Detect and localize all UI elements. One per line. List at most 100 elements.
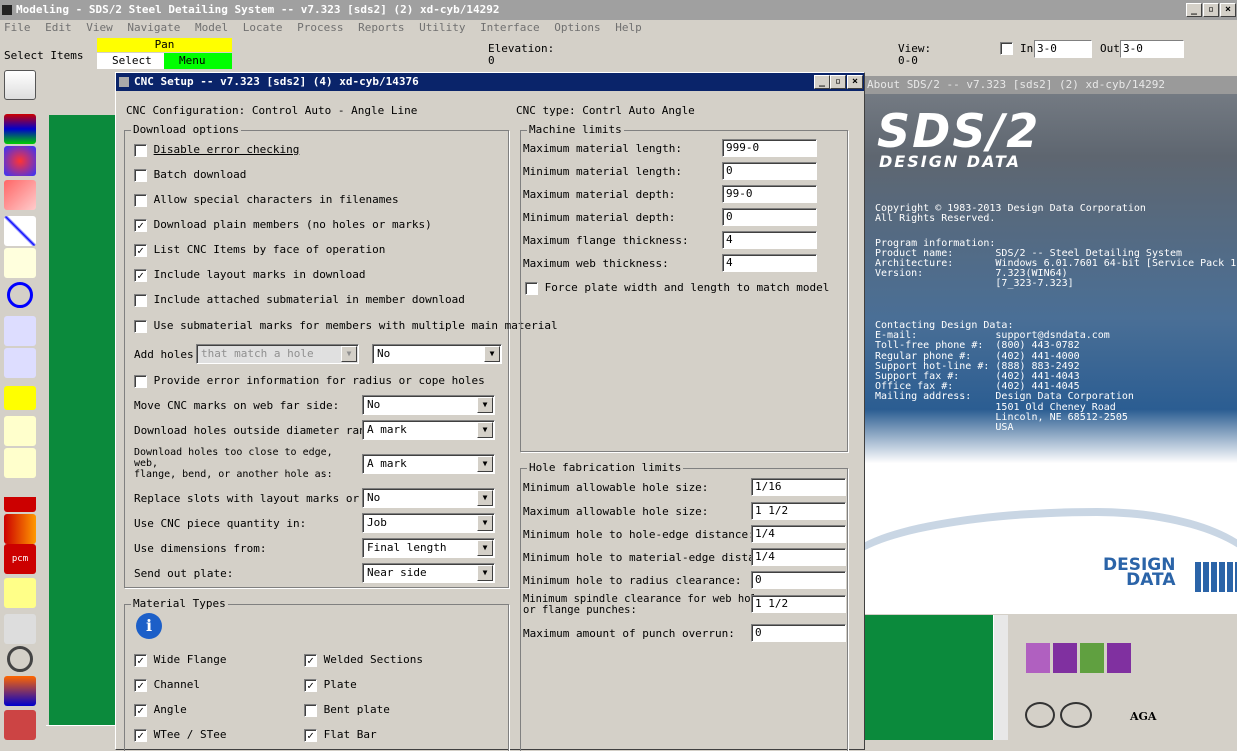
badge-icon-3[interactable] [1080,643,1104,673]
dimensions-from-select[interactable]: Final length ▼ [362,538,495,558]
menu-locate[interactable]: Locate [243,21,283,34]
monitor-icon[interactable] [4,114,36,144]
badge-icon-4[interactable] [1107,643,1131,673]
replace-slots-select[interactable]: No ▼ [362,488,495,508]
check-angle[interactable]: ✓ Angle [134,701,187,719]
rotate-icon[interactable] [4,614,36,644]
hole-to-radius-input[interactable]: 0 [751,571,846,589]
checkbox[interactable] [525,281,538,295]
menu-view[interactable]: View [86,21,113,34]
menu-navigate[interactable]: Navigate [127,21,180,34]
menu-mode[interactable]: Menu [164,53,232,69]
min-depth-input[interactable]: 0 [722,208,817,226]
model-scrollbar[interactable] [46,725,116,743]
cnc-minimize-button[interactable]: _ [814,75,830,89]
checkbox[interactable]: ✓ [304,728,317,742]
plate-icon[interactable] [4,416,36,446]
check-special-chars[interactable]: Allow special characters in filenames [134,191,399,209]
out-field[interactable]: 3-0 [1120,40,1184,58]
maximize-button[interactable]: ▫ [1203,3,1219,17]
badge-icon-2[interactable] [1053,643,1077,673]
check-channel[interactable]: ✓ Channel [134,676,200,694]
info-icon[interactable]: i [136,613,162,639]
check-attached-submaterial[interactable]: Include attached submaterial in member d… [134,291,465,309]
checkbox[interactable]: ✓ [304,678,317,692]
add-comment-icon[interactable] [1025,702,1055,728]
select-mode[interactable]: Select [97,53,164,69]
check-wide-flange[interactable]: ✓ Wide Flange [134,651,226,669]
check-submaterial-marks[interactable]: Use submaterial marks for members with m… [134,317,558,335]
checkbox[interactable]: ✓ [304,653,317,667]
stair-icon[interactable] [4,514,36,544]
check-welded-sections[interactable]: ✓ Welded Sections [304,651,423,669]
menu-model[interactable]: Model [195,21,228,34]
check-flat-bar[interactable]: ✓ Flat Bar [304,726,377,744]
checkbox[interactable] [134,374,147,388]
checkbox[interactable]: ✓ [134,703,147,717]
min-length-input[interactable]: 0 [722,162,817,180]
check-bent-plate[interactable]: Bent plate [304,701,390,719]
add-holes-filter-select[interactable]: that match a hole ▼ [196,344,359,364]
checkbox[interactable]: ✓ [134,728,147,742]
check-wtee[interactable]: ✓ WTee / STee [134,726,226,744]
in-out-checkbox[interactable] [1000,42,1013,55]
new-file-icon[interactable] [4,70,36,100]
menu-edit[interactable]: Edit [45,21,72,34]
checkbox[interactable] [134,319,147,333]
check-list-by-face[interactable]: ✓ List CNC Items by face of operation [134,241,385,259]
badge-icon-1[interactable] [1026,643,1050,673]
column-icon[interactable] [4,316,36,346]
holes-too-close-select[interactable]: A mark ▼ [362,454,495,474]
checkbox[interactable] [134,293,147,307]
move-marks-select[interactable]: No ▼ [362,395,495,415]
check-batch-download[interactable]: Batch download [134,166,246,184]
menu-file[interactable]: File [4,21,31,34]
holes-outside-select[interactable]: A mark ▼ [362,420,495,440]
folder-icon[interactable] [4,578,36,608]
checkbox[interactable] [304,703,317,717]
max-length-input[interactable]: 999-0 [722,139,817,157]
menu-utility[interactable]: Utility [419,21,465,34]
checkbox[interactable]: ✓ [134,268,147,282]
send-plate-select[interactable]: Near side ▼ [362,563,495,583]
max-flange-input[interactable]: 4 [722,231,817,249]
model-canvas[interactable] [49,115,115,725]
piece-quantity-select[interactable]: Job ▼ [362,513,495,533]
checkbox[interactable] [134,168,147,182]
grid-icon[interactable] [4,248,36,278]
line-icon[interactable] [4,216,36,246]
punch-overrun-input[interactable]: 0 [751,624,846,642]
minimize-button[interactable]: _ [1186,3,1202,17]
member-icon[interactable] [4,180,36,210]
checkbox[interactable] [134,193,147,207]
model-canvas-right[interactable] [863,615,993,740]
checkbox[interactable] [134,143,147,157]
close-button[interactable]: × [1220,3,1236,17]
checkbox[interactable]: ✓ [134,678,147,692]
spindle-clearance-input[interactable]: 1 1/2 [751,595,846,613]
checkbox[interactable]: ✓ [134,653,147,667]
fit-icon[interactable] [4,676,36,706]
hole-to-material-input[interactable]: 1/4 [751,548,846,566]
menu-options[interactable]: Options [554,21,600,34]
ruler-icon[interactable] [4,386,36,410]
check-provide-error[interactable]: Provide error information for radius or … [134,372,485,390]
menu-reports[interactable]: Reports [358,21,404,34]
circle-icon[interactable] [7,282,33,308]
add-holes-select[interactable]: No ▼ [372,344,502,364]
cnc-maximize-button[interactable]: ▫ [830,75,846,89]
pan-mode[interactable]: Pan [97,38,232,52]
wall-icon[interactable] [4,710,36,740]
beam-icon[interactable] [4,348,36,378]
hole-to-hole-input[interactable]: 1/4 [751,525,846,543]
max-web-input[interactable]: 4 [722,254,817,272]
max-hole-size-input[interactable]: 1 1/2 [751,502,846,520]
menu-interface[interactable]: Interface [480,21,540,34]
checkbox[interactable]: ✓ [134,243,147,257]
min-hole-size-input[interactable]: 1/16 [751,478,846,496]
check-layout-marks[interactable]: ✓ Include layout marks in download [134,266,366,284]
menu-process[interactable]: Process [297,21,343,34]
menu-help[interactable]: Help [615,21,642,34]
in-field[interactable]: 3-0 [1034,40,1092,58]
checkbox[interactable]: ✓ [134,218,147,232]
